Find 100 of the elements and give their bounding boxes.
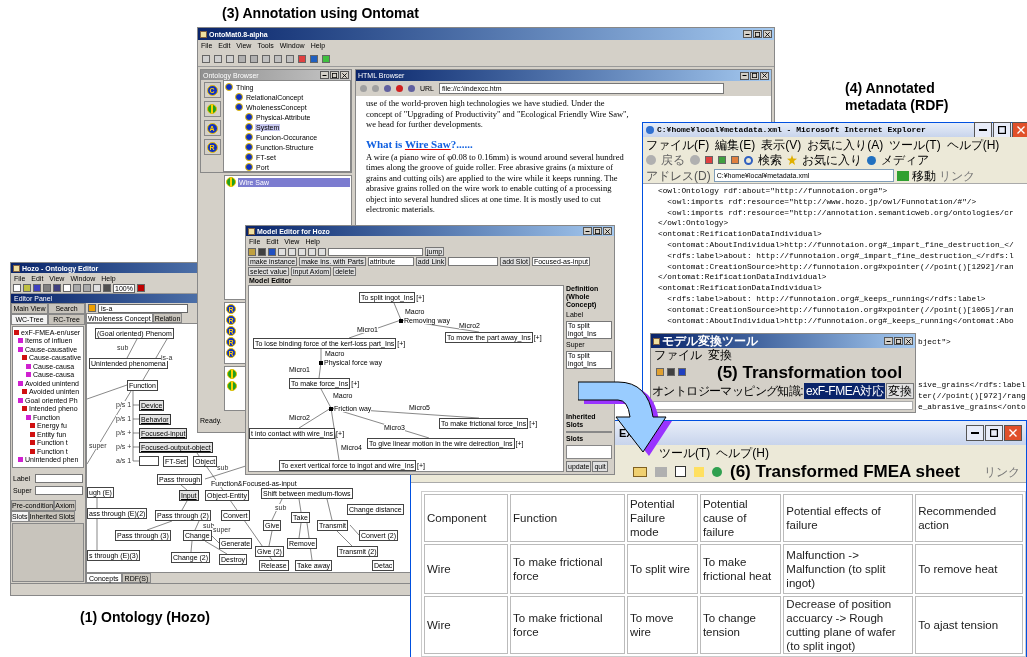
app-icon	[13, 264, 20, 272]
maximize-button[interactable]	[985, 425, 1003, 441]
go-label[interactable]: 移動	[911, 169, 936, 182]
figure-caption: (4) Annotated metadata (RDF)	[845, 80, 950, 114]
links-label[interactable]: リンク	[984, 465, 1020, 478]
table-cell: To move wire	[626, 596, 698, 654]
close-button[interactable]	[1012, 122, 1027, 138]
table-cell: To make frictional heat	[699, 544, 782, 594]
input-field[interactable]	[35, 474, 83, 483]
window-title: モデル変換ツール	[662, 335, 758, 347]
maximize-button[interactable]	[993, 122, 1011, 138]
table-cell: Wire	[424, 544, 509, 594]
menu-item[interactable]: お気に入り(A)	[804, 138, 887, 151]
minimize-button[interactable]	[966, 425, 984, 441]
menu-item[interactable]: ツール(T)	[886, 138, 944, 151]
minimize-button[interactable]	[583, 227, 592, 235]
maximize-icon	[998, 126, 1006, 134]
search-icon[interactable]	[744, 155, 753, 165]
star-icon[interactable]	[787, 155, 797, 165]
mapping-select[interactable]: exF-FMEA対応	[803, 382, 886, 399]
connector-line	[96, 497, 98, 509]
table-cell: To remove heat	[915, 544, 1023, 594]
column-header: Recommended action	[915, 494, 1023, 542]
menu-item[interactable]: 表示(V)	[758, 138, 805, 151]
input-field[interactable]	[35, 486, 83, 495]
search-label[interactable]: 検索	[758, 154, 782, 166]
menu-item[interactable]: 変換	[705, 349, 735, 361]
menu-item[interactable]: ヘルプ(H)	[716, 447, 769, 459]
close-icon	[1009, 429, 1017, 437]
maximize-button[interactable]	[753, 30, 762, 38]
column-header: Function	[510, 494, 625, 542]
connector-line	[326, 498, 333, 521]
favorites-label[interactable]: お気に入り	[802, 154, 862, 166]
minimize-icon	[742, 75, 747, 76]
media-label[interactable]: メディア	[881, 154, 929, 166]
close-button[interactable]	[904, 337, 913, 345]
close-button[interactable]	[340, 71, 349, 79]
concept-icon	[18, 457, 23, 463]
maximize-button[interactable]	[894, 337, 903, 345]
minimize-button[interactable]	[740, 71, 749, 80]
address-label: アドレス(D)	[646, 169, 711, 182]
messenger-icon[interactable]	[712, 466, 722, 477]
close-icon	[906, 338, 911, 344]
empty-node[interactable]	[139, 456, 159, 466]
maximize-button[interactable]	[330, 71, 339, 79]
figure-caption: (3) Annotation using Ontomat	[222, 6, 419, 20]
maximize-icon	[595, 228, 600, 234]
convert-button[interactable]: 変換	[886, 382, 915, 399]
mail-icon[interactable]	[633, 466, 647, 477]
menu-item[interactable]: ヘルプ(H)	[943, 138, 1003, 151]
table-cell: To change tension	[699, 596, 782, 654]
menu-item[interactable]: 編集(E)	[712, 138, 759, 151]
window-title: C:¥home¥local¥metadata.xml - Microsoft Internet Explorer	[657, 126, 926, 134]
close-button[interactable]	[763, 30, 772, 38]
maximize-icon	[332, 72, 337, 78]
mode-button[interactable]	[203, 101, 221, 117]
maximize-button[interactable]	[593, 227, 602, 235]
document-icon[interactable]	[675, 466, 686, 477]
close-button[interactable]	[1004, 425, 1022, 441]
minimize-icon	[745, 33, 750, 35]
column-header: Potential Failure mode	[626, 494, 698, 542]
link-select[interactable]	[448, 257, 499, 266]
minimize-icon	[971, 432, 979, 434]
column-header: Potential effects of failure	[783, 494, 914, 542]
close-icon	[605, 228, 610, 234]
links-label[interactable]: リンク	[938, 169, 975, 182]
table-cell: Wire	[424, 596, 509, 654]
minimize-button[interactable]	[884, 337, 893, 345]
menu-item[interactable]: ファイル	[651, 349, 705, 361]
menu-item[interactable]: ツール(T)	[659, 447, 711, 459]
paragraph: use of the world-proven high technologies we have studied. Under the concept of "Upgrading of Productivity" and "Ecological Friendly Wire Saw", we head for further developments.	[366, 98, 630, 130]
connector-line	[190, 540, 193, 553]
maximize-button[interactable]	[750, 71, 759, 80]
maximize-icon	[990, 429, 998, 437]
back-label[interactable]: 戻る	[661, 154, 685, 166]
instance-icon	[226, 177, 236, 187]
minimize-button[interactable]	[320, 71, 329, 79]
close-button[interactable]	[760, 71, 769, 80]
media-icon[interactable]	[867, 155, 876, 165]
minimize-icon	[585, 230, 590, 232]
maximize-icon	[752, 73, 757, 78]
slot-table	[566, 445, 612, 459]
column-header: Component	[424, 494, 509, 542]
minimize-icon	[979, 129, 987, 131]
close-icon	[1017, 126, 1025, 134]
text-field[interactable]	[328, 247, 423, 256]
table-cell: To split wire	[626, 544, 698, 594]
toolbar-icon[interactable]	[136, 284, 145, 292]
table-cell: Decrease of position accuarcy -> Rough cutting plane of wafer (to split ingot)	[783, 596, 914, 654]
close-icon	[765, 31, 770, 37]
menu-item[interactable]: ファイル(F)	[643, 138, 713, 151]
app-icon	[653, 337, 660, 345]
connector-line	[298, 498, 302, 513]
minimize-button[interactable]	[743, 30, 752, 38]
minimize-icon	[322, 74, 327, 76]
table-cell: To ajast tension	[915, 596, 1023, 654]
connector-line	[96, 518, 98, 551]
close-button[interactable]	[603, 227, 612, 235]
sheet-caption: (6) Transformed FMEA sheet	[730, 463, 960, 480]
minimize-button[interactable]	[974, 122, 992, 138]
